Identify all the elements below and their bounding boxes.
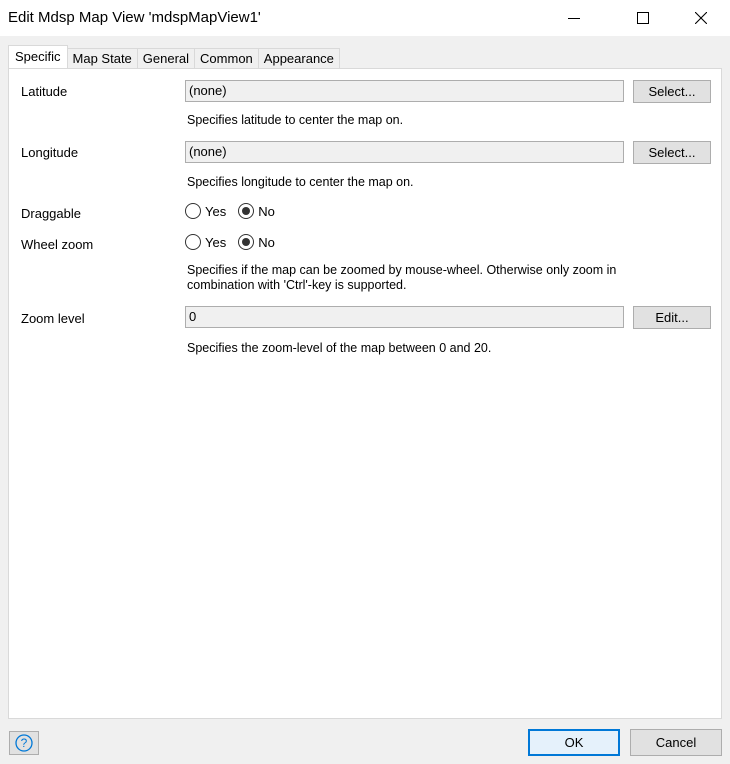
radio-checked-icon xyxy=(238,203,255,219)
close-icon xyxy=(695,12,707,24)
longitude-label: Longitude xyxy=(21,145,79,160)
tab-map-state[interactable]: Map State xyxy=(66,48,138,68)
zoom-level-label: Zoom level xyxy=(21,311,85,326)
tab-common[interactable]: Common xyxy=(194,48,259,68)
draggable-yes-label: Yes xyxy=(205,203,227,219)
draggable-yes-radio[interactable]: Yes xyxy=(185,203,226,219)
tab-appearance[interactable]: Appearance xyxy=(257,48,340,68)
latitude-select-button[interactable]: Select... xyxy=(633,80,711,103)
wheel-zoom-no-radio[interactable]: No xyxy=(238,234,275,250)
zoom-level-edit-button[interactable]: Edit... xyxy=(633,306,711,329)
zoom-level-field[interactable]: 0 xyxy=(185,306,624,328)
longitude-field[interactable]: (none) xyxy=(185,141,624,163)
minimize-button[interactable] xyxy=(551,0,597,36)
maximize-icon xyxy=(637,12,649,24)
svg-text:?: ? xyxy=(21,736,28,750)
tab-strip: Specific Map State General Common Appear… xyxy=(8,45,340,68)
tab-general[interactable]: General xyxy=(136,48,196,68)
radio-unchecked-icon xyxy=(185,234,201,250)
draggable-radio-group: Yes No xyxy=(185,203,287,219)
tab-specific[interactable]: Specific xyxy=(8,45,68,68)
cancel-button[interactable]: Cancel xyxy=(630,729,722,756)
draggable-no-label: No xyxy=(258,203,275,219)
wheel-zoom-help-line2: combination with 'Ctrl'-key is supported… xyxy=(187,278,407,292)
longitude-select-button[interactable]: Select... xyxy=(633,141,711,164)
latitude-field[interactable]: (none) xyxy=(185,80,624,102)
wheel-zoom-label: Wheel zoom xyxy=(21,237,94,252)
draggable-no-radio[interactable]: No xyxy=(238,203,275,219)
wheel-zoom-help-line1: Specifies if the map can be zoomed by mo… xyxy=(187,263,617,277)
wheel-zoom-no-label: No xyxy=(258,234,275,250)
minimize-icon xyxy=(568,18,580,19)
radio-unchecked-icon xyxy=(185,203,201,219)
radio-checked-icon xyxy=(238,234,255,250)
maximize-button[interactable] xyxy=(620,0,666,36)
close-button[interactable] xyxy=(678,0,724,36)
title-bar: Edit Mdsp Map View 'mdspMapView1' xyxy=(0,0,730,36)
dialog-window: Edit Mdsp Map View 'mdspMapView1' Specif… xyxy=(0,0,730,764)
latitude-help: Specifies latitude to center the map on. xyxy=(187,113,404,127)
specific-panel: Latitude (none) Select... Specifies lati… xyxy=(8,68,722,719)
longitude-help: Specifies longitude to center the map on… xyxy=(187,175,414,189)
draggable-label: Draggable xyxy=(21,206,81,221)
zoom-level-help: Specifies the zoom-level of the map betw… xyxy=(187,341,492,355)
latitude-label: Latitude xyxy=(21,84,68,99)
window-title: Edit Mdsp Map View 'mdspMapView1' xyxy=(8,9,261,26)
wheel-zoom-radio-group: Yes No xyxy=(185,234,287,250)
wheel-zoom-yes-label: Yes xyxy=(205,234,227,250)
help-button[interactable]: ? xyxy=(9,731,39,755)
ok-button[interactable]: OK xyxy=(528,729,620,756)
wheel-zoom-yes-radio[interactable]: Yes xyxy=(185,234,226,250)
question-icon: ? xyxy=(15,734,33,752)
